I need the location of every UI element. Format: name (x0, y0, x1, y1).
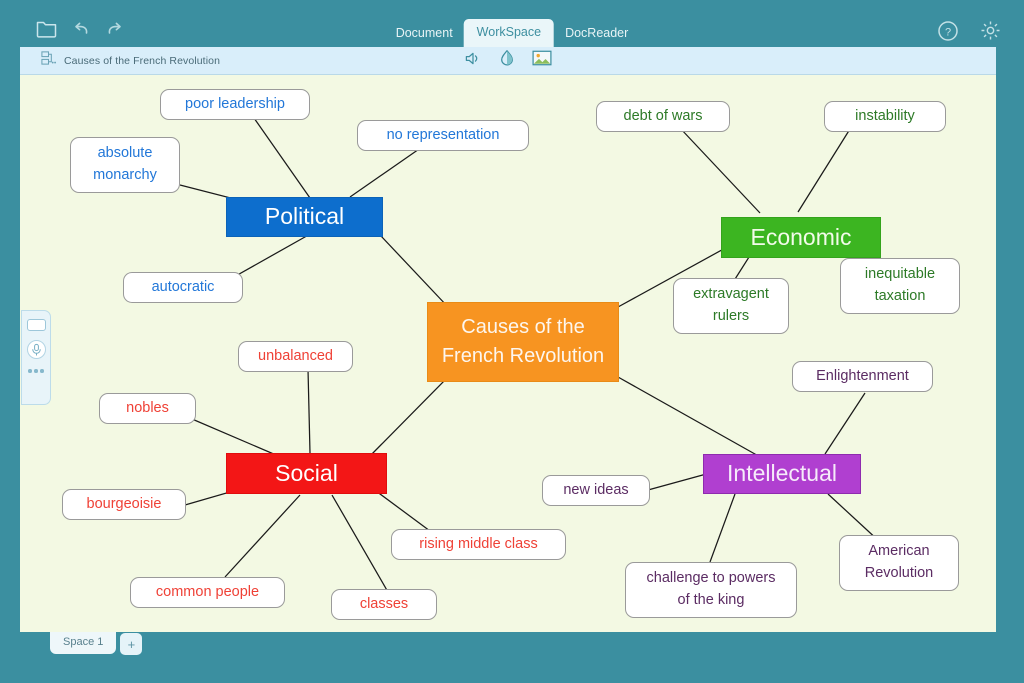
node-political[interactable]: Political (226, 197, 383, 237)
node-inequitable-taxation-line1: inequitable (864, 266, 936, 283)
mindmap-canvas[interactable]: Causes of the French Revolution Politica… (20, 75, 996, 632)
node-american-revolution-line1: American (868, 543, 930, 560)
node-autocratic[interactable]: autocratic (123, 272, 243, 303)
node-poor-leadership[interactable]: poor leadership (160, 89, 310, 120)
tab-docreader[interactable]: DocReader (554, 21, 639, 48)
image-icon[interactable] (532, 49, 553, 72)
node-american-revolution[interactable]: American Revolution (839, 535, 959, 591)
rectangle-shape-tool[interactable] (26, 319, 46, 331)
node-common-people[interactable]: common people (130, 577, 285, 608)
svg-text:?: ? (945, 26, 951, 38)
node-challenge-to-powers-line1: challenge to powers (646, 570, 776, 587)
node-social-label: Social (275, 459, 338, 486)
folder-icon[interactable] (36, 19, 57, 43)
node-bourgeoisie[interactable]: bourgeoisie (62, 489, 186, 520)
node-debt-of-wars[interactable]: debt of wars (596, 101, 730, 132)
main-nav-tabs: Document WorkSpace DocReader (385, 0, 640, 47)
gear-icon[interactable] (979, 19, 1002, 47)
add-space-button[interactable]: + (120, 633, 143, 655)
speaker-icon[interactable] (464, 50, 483, 72)
canvas-tool-panel (21, 310, 51, 405)
tab-workspace[interactable]: WorkSpace (463, 18, 555, 47)
node-new-ideas[interactable]: new ideas (542, 475, 650, 506)
node-unbalanced[interactable]: unbalanced (238, 341, 353, 372)
node-extravagent-rulers[interactable]: extravagent rulers (673, 278, 789, 334)
node-center-line2: French Revolution (441, 345, 605, 367)
space-tab-bar: Space 1 + (20, 632, 996, 660)
help-icon[interactable]: ? (937, 20, 959, 47)
undo-icon[interactable] (73, 21, 90, 41)
node-autocratic-label: autocratic (151, 278, 215, 295)
node-political-label: Political (264, 203, 345, 230)
document-title-group: Causes of the French Revolution (40, 50, 220, 71)
space-tab-1[interactable]: Space 1 (50, 632, 117, 654)
tab-document[interactable]: Document (385, 21, 464, 48)
node-economic[interactable]: Economic (721, 217, 881, 258)
node-instability[interactable]: instability (824, 101, 946, 132)
document-title: Causes of the French Revolution (64, 54, 221, 67)
node-center[interactable]: Causes of the French Revolution (427, 302, 619, 382)
top-toolbar: Document WorkSpace DocReader ? (0, 0, 1024, 47)
top-toolbar-left-group (36, 19, 123, 43)
redo-icon[interactable] (106, 21, 123, 41)
node-common-people-label: common people (155, 583, 260, 600)
node-center-line1: Causes of the (461, 316, 585, 338)
node-unbalanced-label: unbalanced (258, 347, 333, 364)
document-title-bar: Causes of the French Revolution (20, 47, 996, 75)
node-challenge-to-powers[interactable]: challenge to powers of the king (625, 562, 797, 618)
node-debt-of-wars-label: debt of wars (623, 107, 703, 124)
node-absolute-monarchy[interactable]: absolute monarchy (70, 137, 180, 193)
node-absolute-monarchy-line1: absolute (97, 145, 153, 162)
more-options-icon[interactable] (28, 369, 44, 373)
top-toolbar-right-group: ? (937, 19, 1002, 47)
node-nobles[interactable]: nobles (99, 393, 196, 424)
node-enlightenment[interactable]: Enlightenment (792, 361, 933, 392)
node-extravagent-rulers-line1: extravagent (693, 286, 769, 303)
node-intellectual-label: Intellectual (727, 460, 837, 487)
node-inequitable-taxation[interactable]: inequitable taxation (840, 258, 960, 314)
node-no-representation[interactable]: no representation (357, 120, 529, 151)
node-rising-middle-class-label: rising middle class (419, 535, 538, 552)
highlighter-icon[interactable] (498, 49, 517, 72)
document-tools (464, 49, 553, 72)
node-challenge-to-powers-line2: of the king (677, 592, 745, 608)
node-american-revolution-line2: Revolution (864, 565, 934, 581)
node-economic-label: Economic (750, 223, 852, 250)
node-nobles-label: nobles (126, 399, 169, 416)
node-social[interactable]: Social (226, 453, 387, 494)
node-no-representation-label: no representation (386, 126, 500, 143)
node-bourgeoisie-label: bourgeoisie (86, 495, 162, 512)
node-absolute-monarchy-line2: monarchy (93, 167, 157, 183)
app-window: Document WorkSpace DocReader ? Causes of… (0, 0, 1024, 683)
node-rising-middle-class[interactable]: rising middle class (391, 529, 566, 560)
node-extravagent-rulers-line2: rulers (712, 308, 750, 324)
node-classes-label: classes (359, 595, 409, 612)
node-inequitable-taxation-line2: taxation (874, 288, 926, 304)
microphone-icon[interactable] (26, 340, 46, 359)
node-instability-label: instability (855, 107, 915, 124)
node-classes[interactable]: classes (331, 589, 437, 620)
node-enlightenment-label: Enlightenment (816, 367, 909, 384)
node-poor-leadership-label: poor leadership (185, 95, 285, 112)
node-new-ideas-label: new ideas (563, 481, 629, 498)
mindmap-document-icon (40, 50, 57, 71)
node-intellectual[interactable]: Intellectual (703, 454, 861, 494)
